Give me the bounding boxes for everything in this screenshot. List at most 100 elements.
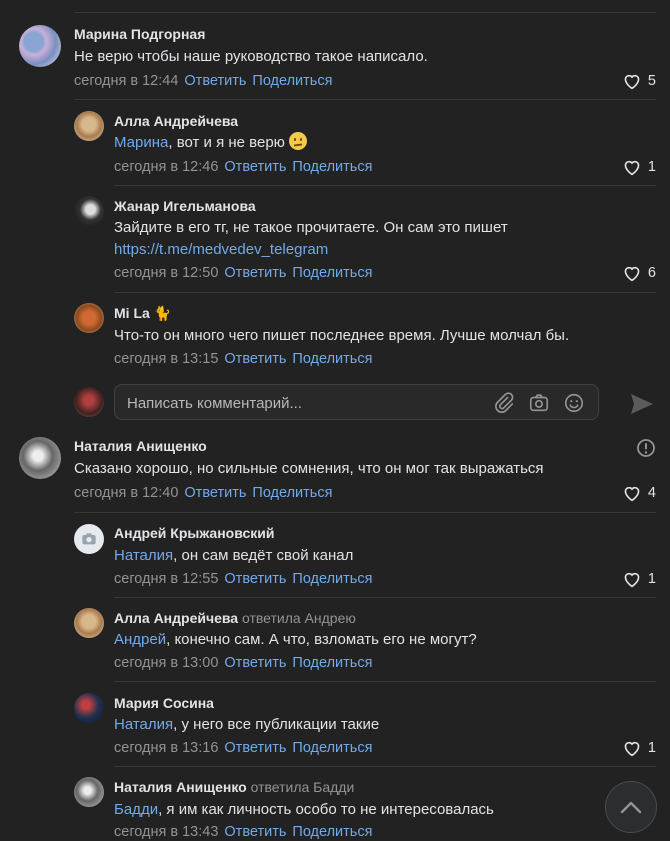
like-button[interactable]: 1 [622,739,656,757]
reply-button[interactable]: Ответить [224,159,286,175]
comment-url[interactable]: https://t.me/medvedev_telegram [114,239,328,261]
comment-author[interactable]: Жанар Игельманова [114,198,256,214]
camera-icon[interactable] [528,392,550,414]
reply-button[interactable]: Ответить [224,351,286,367]
reply-button[interactable]: Ответить [224,655,286,671]
separator [114,681,656,682]
mention-link[interactable]: Марина [114,134,168,151]
like-button[interactable]: 1 [622,158,656,176]
separator [114,766,656,767]
heart-icon [624,160,640,176]
avatar[interactable] [74,196,104,226]
share-button[interactable]: Поделиться [292,265,372,281]
comment-text: Наталия, у него все публикации такие [114,716,380,733]
comment-time[interactable]: сегодня в 12:50 [114,265,218,281]
comment-author[interactable]: Наталия Анищенко [74,438,207,454]
comment-author[interactable]: Алла Андрейчева ответила Андрею [114,610,356,626]
share-button[interactable]: Поделиться [252,73,332,89]
scroll-up-button[interactable] [605,781,657,833]
mention-link[interactable]: Наталия [114,716,173,733]
replied-to[interactable]: ответила Андрею [242,610,356,626]
share-button[interactable]: Поделиться [292,655,372,671]
comment-time[interactable]: сегодня в 12:46 [114,159,218,175]
avatar[interactable] [19,437,61,479]
share-button[interactable]: Поделиться [252,485,332,501]
reply-button[interactable]: Ответить [224,265,286,281]
avatar[interactable] [74,608,104,638]
info-icon[interactable] [636,438,656,458]
comment-author[interactable]: Mi La 🐈 [114,305,171,322]
like-button[interactable]: 1 [622,570,656,588]
avatar[interactable] [74,524,104,554]
reply-button[interactable]: Ответить [184,73,246,89]
comment-text: Что-то он много чего пишет последнее вре… [114,327,570,344]
share-button[interactable]: Поделиться [292,740,372,756]
comment-meta: сегодня в 13:00 Ответить Поделиться [114,655,372,671]
avatar[interactable] [19,25,61,67]
comment-text: Наталия, он сам ведёт свой канал [114,547,354,564]
like-count: 6 [647,265,656,281]
replied-to[interactable]: ответила Бадди [251,779,355,795]
comment-author[interactable]: Марина Подгорная [74,26,205,42]
comment-text: Марина, вот и я не верю [114,132,308,154]
like-button[interactable]: 6 [622,264,656,282]
comment-author[interactable]: Алла Андрейчева [114,113,238,129]
mention-link[interactable]: Бадди [114,801,158,818]
reply-button[interactable]: Ответить [224,824,286,840]
heart-icon [624,741,640,757]
reply-button[interactable]: Ответить [224,571,286,587]
comment-time[interactable]: сегодня в 13:16 [114,740,218,756]
comment-time[interactable]: сегодня в 12:55 [114,571,218,587]
avatar[interactable] [74,303,104,333]
like-button[interactable]: 5 [622,72,656,90]
comment-text: Бадди, я им как личность особо то не инт… [114,801,494,818]
comment-text: Сказано хорошо, но сильные сомнения, что… [74,460,544,477]
comment-time[interactable]: сегодня в 13:15 [114,351,218,367]
avatar[interactable] [74,693,104,723]
like-count: 1 [647,159,656,175]
mention-link[interactable]: Наталия [114,547,173,564]
like-count: 5 [647,73,656,89]
comment-author[interactable]: Мария Сосина [114,695,214,711]
comment-input[interactable] [125,385,489,421]
reply-button[interactable]: Ответить [224,740,286,756]
heart-icon [624,572,640,588]
avatar[interactable] [74,111,104,141]
share-button[interactable]: Поделиться [292,824,372,840]
comment-author[interactable]: Андрей Крыжановский [114,525,275,541]
comment-meta: сегодня в 12:55 Ответить Поделиться [114,571,372,587]
reply-button[interactable]: Ответить [184,485,246,501]
smile-icon[interactable] [563,392,585,414]
comment-text: Зайдите в его тг, не такое прочитаете. О… [114,219,508,236]
paperclip-icon[interactable] [493,392,515,414]
chevron-up-icon [620,801,642,814]
like-count: 1 [647,740,656,756]
comment-author[interactable]: Наталия Анищенко ответила Бадди [114,779,354,795]
like-button[interactable]: 4 [622,484,656,502]
comment-time[interactable]: сегодня в 13:43 [114,824,218,840]
avatar[interactable] [74,777,104,807]
comment-time[interactable]: сегодня в 13:00 [114,655,218,671]
comment-time[interactable]: сегодня в 12:44 [74,73,178,89]
comment-meta: сегодня в 13:15 Ответить Поделиться [114,351,372,367]
comment-text: Андрей, конечно сам. А что, взломать его… [114,631,477,648]
separator [114,185,656,186]
confused-emoji-icon [289,132,308,150]
share-button[interactable]: Поделиться [292,351,372,367]
comment-input-box[interactable] [114,384,599,421]
comment-meta: сегодня в 13:43 Ответить Поделиться [114,824,372,840]
comment-meta: сегодня в 12:50 Ответить Поделиться [114,265,372,281]
comment-meta: сегодня в 12:46 Ответить Поделиться [114,159,372,175]
separator [114,292,656,293]
comment-meta: сегодня в 13:16 Ответить Поделиться [114,740,372,756]
comment-text: Не верю чтобы наше руководство такое нап… [74,48,428,65]
external-link[interactable]: https://t.me/medvedev_telegram [114,241,328,258]
comment-meta: сегодня в 12:44 Ответить Поделиться [74,73,332,89]
share-button[interactable]: Поделиться [292,159,372,175]
share-button[interactable]: Поделиться [292,571,372,587]
like-count: 1 [647,571,656,587]
separator [114,597,656,598]
comment-time[interactable]: сегодня в 12:40 [74,485,178,501]
send-icon[interactable] [629,392,655,416]
mention-link[interactable]: Андрей [114,631,166,648]
